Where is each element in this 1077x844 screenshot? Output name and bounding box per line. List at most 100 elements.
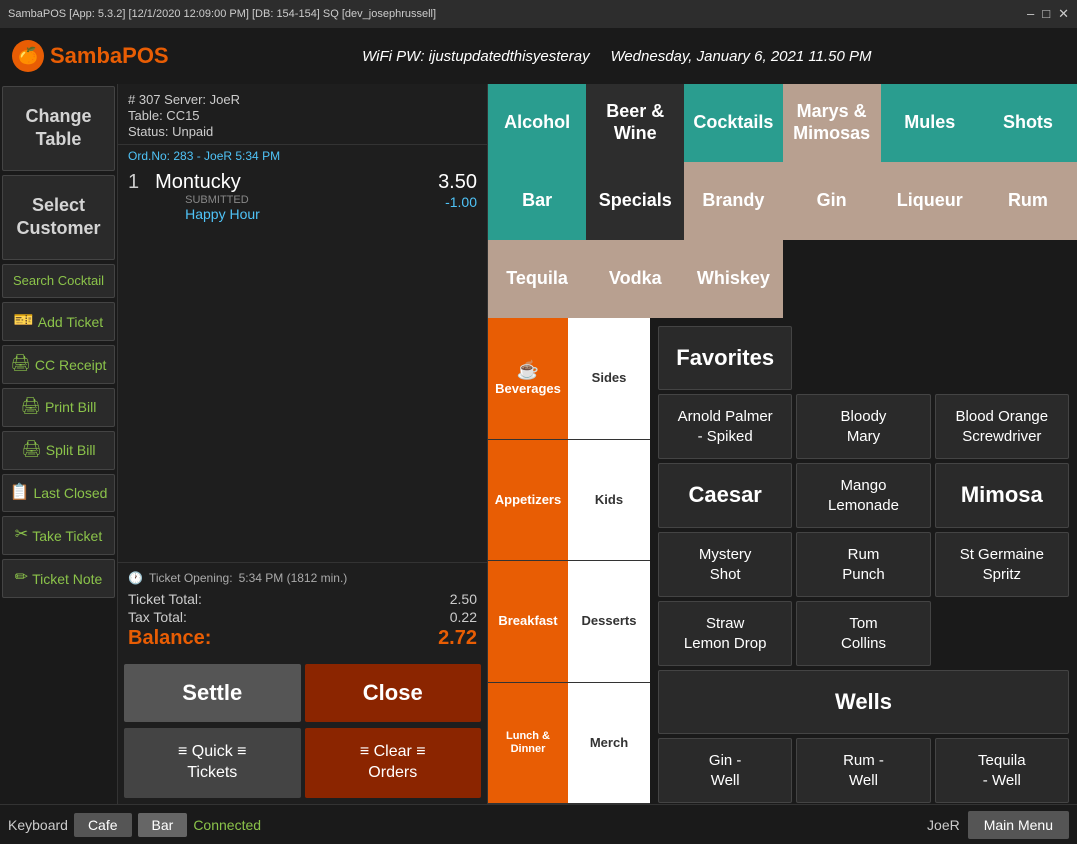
minimize-btn[interactable]: – xyxy=(1027,6,1034,22)
menu-item-rum-punch[interactable]: RumPunch xyxy=(796,532,930,597)
subcategory-tab-gin[interactable]: Gin xyxy=(783,162,881,240)
bottom-right: JoeR Main Menu xyxy=(927,811,1069,839)
category-tab-alcohol[interactable]: Alcohol xyxy=(488,84,586,162)
menu-item-rum-well[interactable]: Rum -Well xyxy=(796,738,930,803)
subcategory-tab-brandy[interactable]: Brandy xyxy=(684,162,782,240)
vtab-breakfast[interactable]: Breakfast xyxy=(488,561,568,683)
split-bill-icon: 🖨 xyxy=(21,440,41,461)
category-tab-marys-mimosas[interactable]: Marys & Mimosas xyxy=(783,84,881,162)
menu-item-bloody-mary[interactable]: BloodyMary xyxy=(796,394,930,459)
menu-item-tom-collins[interactable]: TomCollins xyxy=(796,601,930,666)
ticket-note-icon: ✏ xyxy=(15,568,28,589)
right-content: ☕ Beverages Appetizers Breakfast Lunch &… xyxy=(488,318,1077,804)
select-customer-button[interactable]: Select Customer xyxy=(2,175,115,260)
menu-item-blood-orange-screwdriver[interactable]: Blood OrangeScrewdriver xyxy=(935,394,1069,459)
ticket-note-button[interactable]: ✏ Ticket Note xyxy=(2,559,115,598)
logo-icon: 🍊 xyxy=(12,40,44,72)
main-menu-button[interactable]: Main Menu xyxy=(968,811,1069,839)
last-closed-label: Last Closed xyxy=(33,484,107,502)
take-ticket-icon: ✂ xyxy=(15,525,28,546)
menu-item-st-germaine-spritz[interactable]: St GermaineSpritz xyxy=(935,532,1069,597)
search-cocktail-input[interactable]: Search Cocktail xyxy=(2,264,115,299)
vtab-appetizers[interactable]: Appetizers xyxy=(488,440,568,562)
split-bill-button[interactable]: 🖨 Split Bill xyxy=(2,431,115,470)
menu-item-straw-lemon-drop[interactable]: StrawLemon Drop xyxy=(658,601,792,666)
menu-item-mimosa[interactable]: Mimosa xyxy=(935,463,1069,528)
quick-tickets-button[interactable]: ≡ Quick ≡Tickets xyxy=(124,728,301,798)
change-table-button[interactable]: Change Table xyxy=(2,86,115,171)
bottom-left: Keyboard Cafe Bar Connected xyxy=(8,813,261,837)
ticket-table: Table: CC15 xyxy=(128,108,477,123)
category-tab-beer-wine[interactable]: Beer & Wine xyxy=(586,84,684,162)
ticket-total-label: Ticket Total: xyxy=(128,591,202,607)
category-tab-mules[interactable]: Mules xyxy=(881,84,979,162)
menu-item-caesar[interactable]: Caesar xyxy=(658,463,792,528)
tax-total-value: 0.22 xyxy=(450,609,477,625)
wells-header: Wells xyxy=(658,670,1069,734)
take-ticket-button[interactable]: ✂ Take Ticket xyxy=(2,516,115,555)
ticket-footer: 🕐 Ticket Opening: 5:34 PM (1812 min.) Ti… xyxy=(118,562,487,658)
add-ticket-icon: 🎫 xyxy=(14,311,34,332)
ticket-actions: Settle Close xyxy=(118,658,487,728)
header: 🍊 SambaPOS WiFi PW: ijustupdatedthisyest… xyxy=(0,28,1077,84)
vtab-sides[interactable]: Sides xyxy=(568,318,650,440)
ticket-totals: Ticket Total: 2.50 Tax Total: 0.22 Balan… xyxy=(128,591,477,650)
ticket-header: # 307 Server: JoeR Table: CC15 Status: U… xyxy=(118,84,487,145)
cc-receipt-button[interactable]: 🖨 CC Receipt xyxy=(2,345,115,384)
desserts-label: Desserts xyxy=(582,613,637,629)
vtab-desserts[interactable]: Desserts xyxy=(568,561,650,683)
subcategory-tab-vodka[interactable]: Vodka xyxy=(586,240,684,318)
category-tab-cocktails[interactable]: Cocktails xyxy=(684,84,782,162)
keyboard-label: Keyboard xyxy=(8,817,68,833)
menu-item-mystery-shot[interactable]: MysteryShot xyxy=(658,532,792,597)
balance-label: Balance: xyxy=(128,627,211,650)
item-name: Montucky xyxy=(155,171,260,194)
subcategory-tab-liqueur[interactable]: Liqueur xyxy=(881,162,979,240)
subcategory-tab-bar[interactable]: Bar xyxy=(488,162,586,240)
maximize-btn[interactable]: □ xyxy=(1042,6,1050,22)
menu-item-arnold-palmer[interactable]: Arnold Palmer- Spiked xyxy=(658,394,792,459)
print-bill-button[interactable]: 🖨 Print Bill xyxy=(2,388,115,427)
window-controls[interactable]: – □ ✕ xyxy=(1027,6,1069,22)
item-discount: Happy Hour xyxy=(185,206,260,222)
ticket-note-label: Ticket Note xyxy=(32,570,102,588)
close-btn[interactable]: ✕ xyxy=(1058,6,1069,22)
item-price: 3.50 xyxy=(438,171,477,194)
menu-item-gin-well[interactable]: Gin -Well xyxy=(658,738,792,803)
add-ticket-button[interactable]: 🎫 Add Ticket xyxy=(2,302,115,341)
balance-value: 2.72 xyxy=(438,627,477,650)
beverages-icon: ☕ xyxy=(517,360,539,382)
vtab-kids[interactable]: Kids xyxy=(568,440,650,562)
vtab-beverages[interactable]: ☕ Beverages xyxy=(488,318,568,440)
subcategory-tab-tequila[interactable]: Tequila xyxy=(488,240,586,318)
third-category-row: Tequila Vodka Whiskey xyxy=(488,240,1077,318)
settle-button[interactable]: Settle xyxy=(124,664,301,722)
close-button[interactable]: Close xyxy=(305,664,482,722)
clear-orders-button[interactable]: ≡ Clear ≡Orders xyxy=(305,728,482,798)
last-closed-button[interactable]: 📋 Last Closed xyxy=(2,474,115,513)
app-name: SambaPOS xyxy=(50,43,169,69)
main-layout: Change Table Select Customer Search Cock… xyxy=(0,84,1077,804)
bar-tab[interactable]: Bar xyxy=(138,813,188,837)
subcategory-tab-whiskey[interactable]: Whiskey xyxy=(684,240,782,318)
subcategory-tab-rum[interactable]: Rum xyxy=(979,162,1077,240)
tax-total-label: Tax Total: xyxy=(128,609,187,625)
logo: 🍊 SambaPOS xyxy=(12,40,169,72)
ticket-order-info: Ord.No: 283 - JoeR 5:34 PM xyxy=(118,145,487,167)
lunch-dinner-label: Lunch & Dinner xyxy=(488,730,568,756)
menu-item-mango-lemonade[interactable]: MangoLemonade xyxy=(796,463,930,528)
wifi-text: WiFi PW: ijustupdatedthisyesteray xyxy=(362,48,589,65)
clock-icon: 🕐 xyxy=(128,571,143,585)
app-title: SambaPOS [App: 5.3.2] [12/1/2020 12:09:0… xyxy=(8,8,436,20)
split-bill-label: Split Bill xyxy=(46,441,96,459)
ticket-items: 1 Montucky SUBMITTED Happy Hour 3.50 -1.… xyxy=(118,167,487,562)
vtab-lunch-dinner[interactable]: Lunch & Dinner xyxy=(488,683,568,805)
category-tab-shots[interactable]: Shots xyxy=(979,84,1077,162)
subcategory-tab-specials[interactable]: Specials xyxy=(586,162,684,240)
cafe-tab[interactable]: Cafe xyxy=(74,813,132,837)
vtab-merch[interactable]: Merch xyxy=(568,683,650,805)
take-ticket-label: Take Ticket xyxy=(32,527,102,545)
item-qty: 1 xyxy=(128,171,139,194)
opening-label: Ticket Opening: xyxy=(149,571,233,585)
menu-item-tequila-well[interactable]: Tequila- Well xyxy=(935,738,1069,803)
